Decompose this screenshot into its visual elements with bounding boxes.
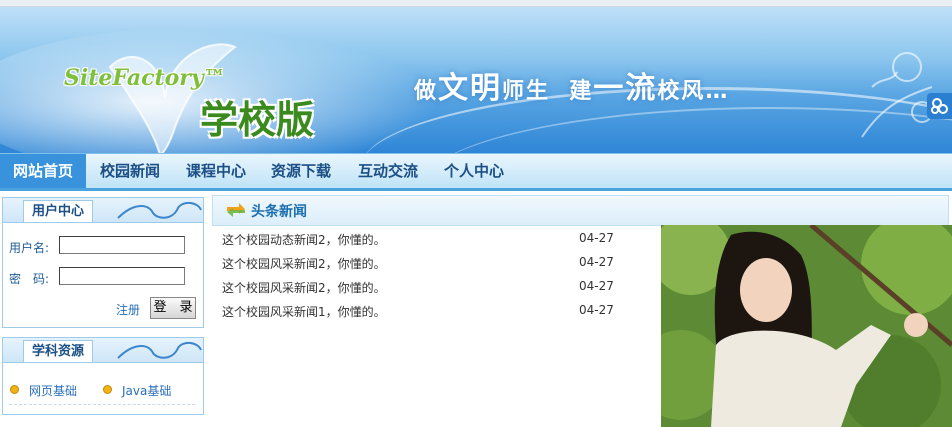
username-input[interactable] xyxy=(59,236,185,254)
nav-item-home[interactable]: 网站首页 xyxy=(0,154,86,188)
news-row[interactable]: 这个校园动态新闻2，你懂的。 04-27 xyxy=(222,231,652,251)
user-center-box: 用户中心 用户名: 密 码: 注册 登 录 xyxy=(2,197,204,328)
flower-decoration xyxy=(861,52,933,138)
nav-item-downloads[interactable]: 资源下载 xyxy=(271,154,331,188)
share-side-button[interactable] xyxy=(927,93,952,119)
password-label: 密 码: xyxy=(9,272,50,286)
nav-item-courses[interactable]: 课程中心 xyxy=(186,154,246,188)
news-title[interactable]: 这个校园风采新闻2，你懂的。 xyxy=(222,255,386,272)
subject-resources-box: 学科资源 网页基础 Java基础 xyxy=(2,337,204,415)
news-date: 04-27 xyxy=(579,279,614,293)
news-title[interactable]: 这个校园风采新闻2，你懂的。 xyxy=(222,279,386,296)
news-row[interactable]: 这个校园风采新闻1，你懂的。 04-27 xyxy=(222,303,652,323)
password-input[interactable] xyxy=(59,267,185,285)
headline-news-header: 头条新闻 xyxy=(212,195,949,226)
slogan-part-2: 文明 xyxy=(438,71,503,106)
bullet-icon xyxy=(103,385,112,394)
swirl-decoration-icon xyxy=(117,202,202,219)
student-photo-image xyxy=(661,225,952,427)
resource-item-java-basics[interactable]: Java基础 xyxy=(122,382,171,399)
news-date: 04-27 xyxy=(579,231,614,245)
resource-item-web-basics[interactable]: 网页基础 xyxy=(29,382,77,399)
slogan-part-3: 师生 建 xyxy=(502,79,594,104)
nav-item-personal[interactable]: 个人中心 xyxy=(444,154,504,188)
username-label: 用户名: xyxy=(9,241,50,255)
resources-title: 学科资源 xyxy=(23,340,94,362)
user-center-header: 用户中心 xyxy=(3,198,203,223)
news-title[interactable]: 这个校园动态新闻2，你懂的。 xyxy=(222,231,386,248)
divider xyxy=(9,404,195,405)
user-center-title: 用户中心 xyxy=(23,200,94,222)
news-row[interactable]: 这个校园风采新闻2，你懂的。 04-27 xyxy=(222,279,652,299)
slogan-part-4: 一流 xyxy=(593,71,658,106)
news-date: 04-27 xyxy=(579,255,614,269)
swirl-decoration-icon xyxy=(117,342,202,359)
share-icon xyxy=(930,98,948,114)
news-date: 04-27 xyxy=(579,303,614,317)
login-button[interactable]: 登 录 xyxy=(150,297,196,319)
main-nav: 网站首页 校园新闻 课程中心 资源下载 互动交流 个人中心 xyxy=(0,153,952,191)
nav-item-campus-news[interactable]: 校园新闻 xyxy=(100,154,160,188)
brand-logo-text: SiteFactory™ xyxy=(64,65,226,91)
register-link[interactable]: 注册 xyxy=(116,301,140,318)
news-title[interactable]: 这个校园风采新闻1，你懂的。 xyxy=(222,303,386,320)
headline-photo[interactable] xyxy=(661,225,952,427)
slogan-part-1: 做 xyxy=(414,79,439,104)
bullet-icon xyxy=(10,385,19,394)
news-row[interactable]: 这个校园风采新闻2，你懂的。 04-27 xyxy=(222,255,652,275)
banner-slogan: 做文明师生 建一流校风… xyxy=(414,63,729,107)
slogan-part-5: 校风… xyxy=(657,79,730,104)
arrows-icon xyxy=(227,203,245,217)
headline-news-title: 头条新闻 xyxy=(251,204,307,220)
site-banner: SiteFactory™ 学校版 做文明师生 建一流校风… xyxy=(0,7,952,153)
top-strip xyxy=(0,0,952,7)
nav-item-interaction[interactable]: 互动交流 xyxy=(358,154,418,188)
resources-header: 学科资源 xyxy=(3,338,203,363)
edition-title: 学校版 xyxy=(200,97,315,142)
